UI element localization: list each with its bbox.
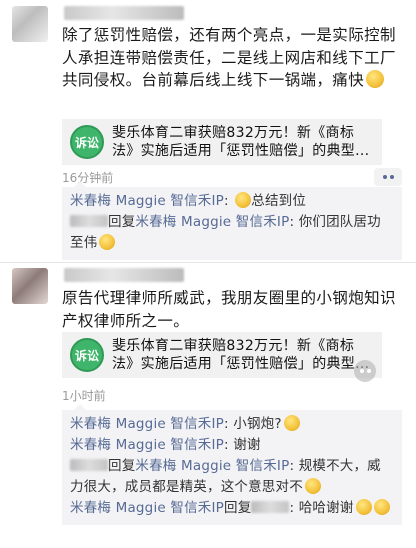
reply-label: 回复 [108, 214, 136, 230]
comment-item[interactable]: 米春梅 Maggie 智信禾IP回复: 哈哈谢谢 [70, 498, 394, 519]
commenter-name[interactable]: 米春梅 Maggie 智信禾IP [70, 500, 224, 516]
comment-item[interactable]: 回复米春梅 Maggie 智信禾IP: 你们团队居功至伟 [70, 212, 394, 254]
moment-post: 除了惩罚性赔偿，还有两个亮点，一是实际控制人承担连带赔偿责任，二是线上网店和线下… [0, 0, 416, 262]
post-time: 1小时前 [62, 389, 106, 403]
post-time: 16分钟前 [62, 171, 114, 185]
comment-separator: : [289, 458, 299, 474]
author-name-redacted[interactable] [64, 268, 184, 282]
smile-icon [283, 415, 300, 431]
comment-separator: : [289, 500, 299, 516]
commenter-name[interactable]: 米春梅 Maggie 智信禾IP [70, 416, 224, 432]
avatar[interactable] [12, 268, 48, 304]
comment-separator: : [224, 437, 234, 453]
moment-post: 原告代理律师所威武，我朋友圈里的小钢炮知识产权律师所之一。 诉讼 斐乐体育二审获… [0, 262, 416, 548]
comment-action-button[interactable] [354, 360, 376, 382]
shared-article-card[interactable]: 诉讼 斐乐体育二审获赔832万元！新《商标法》实施后适用「惩罚性赔偿」的典型..… [62, 119, 382, 165]
comment-item[interactable]: 米春梅 Maggie 智信禾IP: 谢谢 [70, 435, 394, 456]
comment-separator: : [224, 416, 234, 432]
dot-icon [382, 175, 387, 179]
post-text-content: 原告代理律师所威武，我朋友圈里的小钢炮知识产权律师所之一。 [62, 289, 396, 330]
comment-item[interactable]: 回复米春梅 Maggie 智信禾IP: 规模不大，威力很大，成员都是精英，这个意… [70, 456, 394, 498]
grin-emoji-icon [366, 70, 385, 88]
comment-text: 哈哈谢谢 [298, 500, 354, 516]
post-text-content: 除了惩罚性赔偿，还有两个亮点，一是实际控制人承担连带赔偿责任，二是线上网店和线下… [62, 26, 396, 89]
laugh-icon [373, 499, 390, 515]
grin-icon [304, 478, 321, 494]
article-title: 斐乐体育二审获赔832万元！新《商标法》实施后适用「惩罚性赔偿」的典型... [112, 125, 370, 159]
post-text: 除了惩罚性赔偿，还有两个亮点，一是实际控制人承担连带赔偿责任，二是线上网店和线下… [62, 24, 402, 92]
reply-target-name[interactable]: 米春梅 Maggie 智信禾IP [135, 458, 289, 474]
reply-label: 回复 [108, 458, 136, 474]
commenter-name-redacted[interactable] [70, 215, 108, 227]
comment-text: 谢谢 [233, 437, 261, 453]
commenter-name[interactable]: 米春梅 Maggie 智信禾IP [70, 193, 224, 209]
lawsuit-icon: 诉讼 [70, 125, 104, 159]
shared-article-card[interactable]: 诉讼 斐乐体育二审获赔832万元！新《商标法》实施后适用「惩罚性赔偿」的典型..… [62, 332, 382, 378]
comment-action-button[interactable] [374, 168, 402, 186]
article-title: 斐乐体育二审获赔832万元！新《商标法》实施后适用「惩罚性赔偿」的典型... [112, 338, 370, 372]
dot-icon [359, 369, 364, 373]
commenter-name[interactable]: 米春梅 Maggie 智信禾IP [70, 437, 224, 453]
post-text: 原告代理律师所威武，我朋友圈里的小钢炮知识产权律师所之一。 [62, 287, 402, 332]
thumbs-up-icon [99, 234, 116, 250]
avatar[interactable] [12, 6, 48, 42]
dot-icon [389, 175, 394, 179]
reply-target-redacted[interactable] [251, 501, 290, 513]
comment-list: 米春梅 Maggie 智信禾IP: 总结到位 回复米春梅 Maggie 智信禾I… [62, 181, 402, 260]
reply-target-name[interactable]: 米春梅 Maggie 智信禾IP [135, 214, 289, 230]
laugh-icon [355, 499, 372, 515]
comment-text: 总结到位 [251, 193, 307, 209]
thumbs-up-icon [235, 192, 252, 208]
comment-text: 小钢炮? [233, 416, 282, 432]
author-name-redacted[interactable] [64, 6, 184, 20]
comment-item[interactable]: 米春梅 Maggie 智信禾IP: 总结到位 [70, 191, 394, 212]
comment-separator: : [224, 193, 234, 209]
comment-list: 米春梅 Maggie 智信禾IP: 小钢炮? 米春梅 Maggie 智信禾IP:… [62, 404, 402, 525]
reply-label: 回复 [224, 500, 252, 516]
dot-icon [366, 369, 371, 373]
lawsuit-icon: 诉讼 [70, 338, 104, 372]
commenter-name-redacted[interactable] [70, 459, 108, 471]
comment-item[interactable]: 米春梅 Maggie 智信禾IP: 小钢炮? [70, 414, 394, 435]
comment-separator: : [289, 214, 299, 230]
